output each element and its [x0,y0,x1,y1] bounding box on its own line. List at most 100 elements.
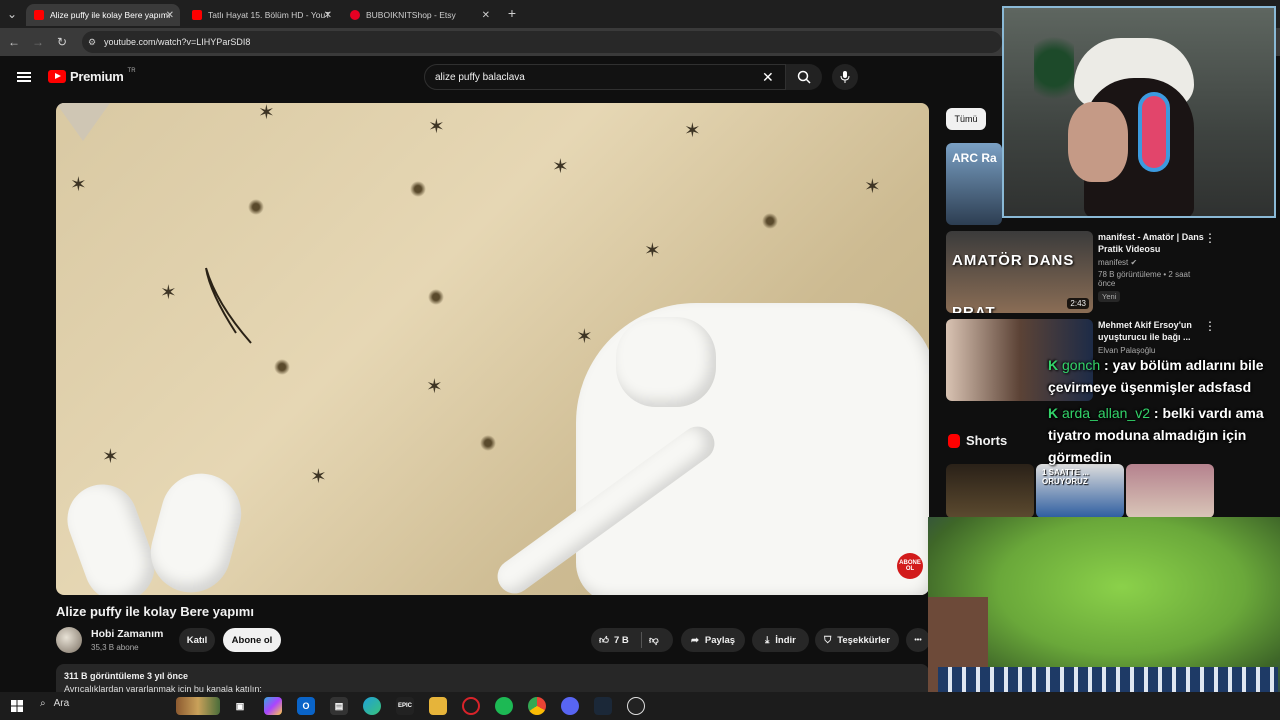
yarn-image [57,474,165,595]
more-options-icon[interactable]: ⋮ [1204,231,1216,245]
close-icon[interactable]: ✕ [324,10,332,21]
thumbs-down-icon[interactable]: 👎︎ [649,634,659,646]
star-pattern: ✶ [426,376,443,398]
recommendation-thumbnail[interactable]: AMATÖR DANS PRAT 2:43 [946,231,1093,313]
recommendation-channel: manifest ✔ [1098,258,1138,267]
windows-start-icon[interactable] [8,697,26,715]
yarn-image [616,317,716,407]
thanks-label: Teşekkürler [837,634,890,646]
menu-icon[interactable] [17,72,31,82]
channel-avatar[interactable] [56,627,82,653]
thumb-text: ARC Ra [952,151,997,165]
logo-text: Premium [70,69,124,84]
download-button[interactable]: ⤓ İndir [752,628,809,652]
subscribe-button[interactable]: Abone ol [223,628,281,652]
verified-icon: ✔ [1130,258,1138,267]
video-corner-decoration [56,103,110,141]
file-explorer-icon[interactable] [429,697,447,715]
recommendation-info[interactable]: Mehmet Akif Ersoy'un uyuşturucu ile bağı… [1098,319,1208,355]
epic-games-icon[interactable]: EPIC [396,697,414,715]
recommendation-info[interactable]: manifest - Amatör | Dans Pratik Videosu … [1098,231,1208,302]
search-input[interactable]: alize puffy balaclava [424,64,786,90]
star-pattern: ✶ [258,103,275,124]
close-icon[interactable]: ✕ [482,10,490,21]
taskbar-search-label: Ara [53,698,70,709]
recommendation-title: manifest - Amatör | Dans Pratik Videosu [1098,232,1204,254]
back-arrow-icon[interactable]: ← [6,34,22,50]
blanket-image [938,667,1278,692]
spotify-icon[interactable] [495,697,513,715]
discord-icon[interactable] [561,697,579,715]
kick-icon: K [1048,357,1059,373]
search-icon [797,70,811,84]
tab-youtube-active[interactable]: Alize puffy ile kolay Bere yapımı ✕ [26,4,180,26]
streamer-webcam [1002,6,1276,218]
close-icon[interactable]: ✕ [166,10,174,21]
star-pattern: ✶ [864,176,881,198]
widgets-icon[interactable] [176,697,220,715]
opera-icon[interactable] [462,697,480,715]
tab-tatli-hayat[interactable]: Tatlı Hayat 15. Bölüm HD - YouT ✕ [184,4,338,26]
taskbar-search[interactable]: ⌕ Ara [40,698,69,709]
store-icon[interactable]: ▤ [330,697,348,715]
star-pattern: ✶ [428,116,445,138]
like-count: 7 B [613,634,629,646]
dot-pattern [762,213,778,229]
join-button[interactable]: Katıl [179,628,215,652]
more-actions-button[interactable]: ••• [906,628,930,652]
download-label: İndir [775,634,796,646]
tab-label: Tatlı Hayat 15. Bölüm HD - YouT [208,10,331,20]
christmas-tree-image [1034,28,1074,108]
channel-name[interactable]: Hobi Zamanım [91,628,163,640]
thanks-icon: ⛉ [824,634,832,646]
task-view-icon[interactable]: ▣ [231,697,249,715]
tab-list-chevron-icon[interactable]: ⌄ [4,6,20,22]
headphones-image [1138,92,1170,172]
more-options-icon[interactable]: ⋮ [1204,319,1216,333]
url-field[interactable]: ⚙ youtube.com/watch?v=LIHYParSDI8 [82,31,1002,53]
reload-icon[interactable]: ↻ [54,34,70,50]
site-info-icon[interactable]: ⚙ [88,37,96,48]
youtube-logo[interactable]: Premium TR [48,67,136,84]
subscribe-watermark[interactable]: ABONE OL [897,553,923,579]
thumbs-up-icon: 👍︎ [599,635,609,646]
recommendation-title: Mehmet Akif Ersoy'un uyuşturucu ile bağı… [1098,320,1192,342]
hands-camera [928,517,1280,692]
chat-username: gonch [1062,357,1101,373]
dot-pattern [428,289,444,305]
steam-icon[interactable] [594,697,612,715]
new-tab-button[interactable]: + [504,5,520,21]
star-pattern: ✶ [644,240,661,262]
tab-etsy[interactable]: BUBOIKNITShop - Etsy ✕ [342,4,496,26]
forward-arrow-icon[interactable]: → [30,34,46,50]
chrome-icon[interactable] [528,697,546,715]
download-icon: ⤓ [765,634,770,646]
like-button[interactable]: 👍︎ 7 B [599,634,629,647]
chip-all[interactable]: Tümü [946,108,986,130]
tab-label: BUBOIKNITShop - Etsy [366,10,456,20]
dot-pattern [274,359,290,375]
copilot-icon[interactable] [264,697,282,715]
recommendation-meta: 78 B görüntüleme • 2 saat önce [1098,270,1191,288]
share-button[interactable]: ➦ Paylaş [681,628,745,652]
outlook-icon[interactable]: O [297,697,315,715]
youtube-icon [34,10,44,20]
logo-country: TR [127,67,136,74]
youtube-header: Premium TR alize puffy balaclava ✕ [0,56,1000,98]
obs-icon[interactable] [627,697,645,715]
search-button[interactable] [786,64,822,90]
shorts-label: Shorts [966,433,1008,448]
video-player[interactable]: ✶ ✶ ✶ ✶ ✶ ✶ ✶ ✶ ✶ ✶ ✶ ✶ ✶ ABONE OL [56,103,929,595]
youtube-play-icon [48,70,66,83]
short-thumbnail[interactable] [946,464,1034,518]
hairpin-image [205,267,252,344]
star-pattern: ✶ [160,282,177,304]
divider [641,632,642,648]
clear-search-icon[interactable]: ✕ [762,69,774,86]
shorts-heading: Shorts [948,433,1007,448]
recommendation-thumbnail[interactable]: ARC Ra [946,143,1002,225]
chat-overlay: K gonch : yav bölüm adlarını bile çevirm… [1048,354,1274,514]
voice-search-button[interactable] [832,64,858,90]
thanks-button[interactable]: ⛉ Teşekkürler [815,628,899,652]
edge-icon[interactable] [363,697,381,715]
